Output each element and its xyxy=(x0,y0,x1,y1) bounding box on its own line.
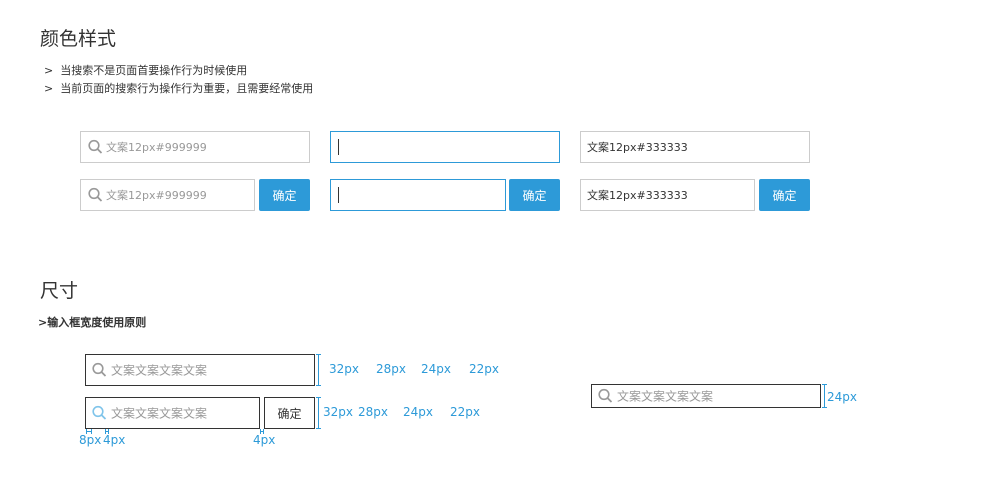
dimension-label: 22px xyxy=(450,405,480,419)
spacing-label: 4px xyxy=(253,433,276,447)
height-marker xyxy=(316,354,321,386)
placeholder-text: 文案12px#999999 xyxy=(106,189,207,202)
section-title-color: 颜色样式 xyxy=(40,28,117,50)
height-marker xyxy=(822,384,827,408)
search-input-filled[interactable]: 文案12px#333333 xyxy=(580,131,810,163)
search-input-filled[interactable]: 文案12px#333333 xyxy=(580,179,755,211)
placeholder-text: 文案文案文案文案 xyxy=(617,389,714,404)
dimension-label: 22px xyxy=(469,362,499,376)
search-icon xyxy=(88,139,103,154)
search-input-large[interactable]: 文案文案文案文案 xyxy=(85,354,315,386)
search-input-default[interactable]: 文案12px#999999 xyxy=(80,179,255,211)
text-caret xyxy=(338,139,339,155)
height-marker xyxy=(316,397,321,429)
bullet-item: > 当前页面的搜索行为操作行为重要，且需要经常使用 xyxy=(44,82,314,95)
search-input-focused[interactable] xyxy=(330,131,560,163)
spacing-marker xyxy=(105,429,109,434)
dimension-label: 32px xyxy=(329,362,359,376)
confirm-button[interactable]: 确定 xyxy=(259,179,310,211)
placeholder-text: 文案12px#999999 xyxy=(106,141,207,154)
bullet-text: 当搜索不是页面首要操作行为时候使用 xyxy=(60,64,248,77)
section-title-size: 尺寸 xyxy=(40,280,79,302)
search-icon xyxy=(598,388,613,403)
search-icon xyxy=(88,187,103,202)
search-icon xyxy=(92,405,107,420)
placeholder-text: 文案文案文案文案 xyxy=(111,363,208,378)
placeholder-text: 文案文案文案文案 xyxy=(111,406,208,421)
confirm-button[interactable]: 确定 xyxy=(509,179,560,211)
search-input-large[interactable]: 文案文案文案文案 xyxy=(85,397,260,429)
input-value: 文案12px#333333 xyxy=(587,189,688,202)
bullet-text: 当前页面的搜索行为操作行为重要，且需要经常使用 xyxy=(60,82,314,95)
spacing-label: 8px xyxy=(79,433,102,447)
dimension-label: 28px xyxy=(376,362,406,376)
bullet-item: > 当搜索不是页面首要操作行为时候使用 xyxy=(44,64,248,77)
dimension-label: 24px xyxy=(421,362,451,376)
input-value: 文案12px#333333 xyxy=(587,141,688,154)
text-caret xyxy=(338,187,339,203)
spacing-label: 4px xyxy=(103,433,126,447)
search-input-default[interactable]: 文案12px#999999 xyxy=(80,131,310,163)
spacing-marker xyxy=(260,429,264,434)
confirm-button[interactable]: 确定 xyxy=(264,397,315,429)
spacing-marker xyxy=(86,429,92,434)
search-icon xyxy=(92,362,107,377)
dimension-label: 24px xyxy=(403,405,433,419)
section-subtitle: >输入框宽度使用原则 xyxy=(38,316,147,329)
search-input-small[interactable]: 文案文案文案文案 xyxy=(591,384,821,408)
dimension-label: 28px xyxy=(358,405,388,419)
search-input-focused[interactable] xyxy=(330,179,506,211)
dimension-label: 24px xyxy=(827,390,857,404)
dimension-label: 32px xyxy=(323,405,353,419)
confirm-button[interactable]: 确定 xyxy=(759,179,810,211)
